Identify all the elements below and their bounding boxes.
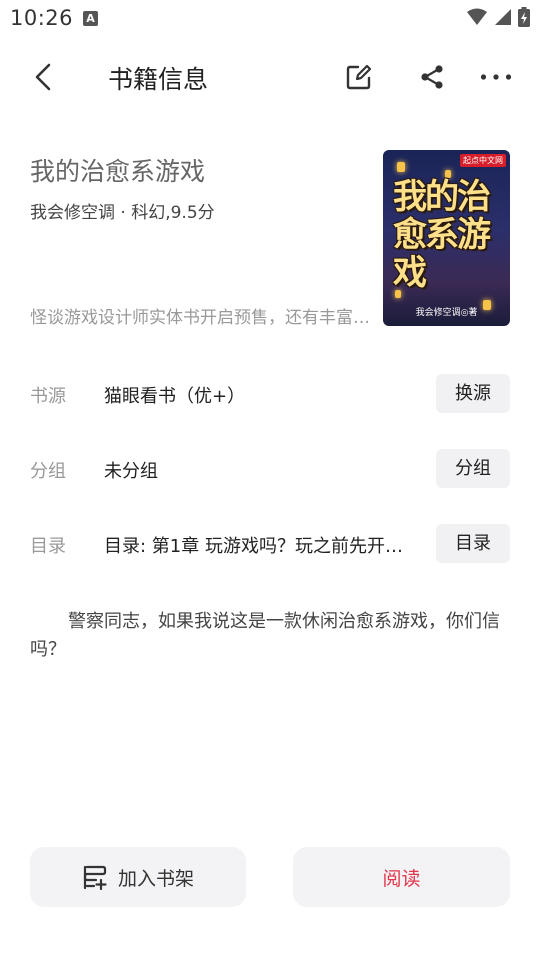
toc-label: 目录 (30, 536, 66, 557)
lantern-decoration (397, 162, 405, 172)
source-value: 猫眼看书（优+） (104, 386, 246, 407)
source-label: 书源 (30, 386, 66, 407)
book-description: 警察同志，如果我说这是一款休闲治愈系游戏，你们信吗？ (30, 611, 500, 660)
add-to-shelf-button[interactable]: 加入书架 (30, 847, 246, 907)
status-icons (466, 7, 530, 27)
status-time: 10:26 (10, 6, 74, 30)
more-button[interactable] (474, 56, 518, 98)
wifi-icon (467, 8, 487, 25)
group-row: 分组 未分组 分组 (0, 449, 540, 489)
cover-author: 我会修空调◎著 (415, 308, 478, 318)
add-to-shelf-label: 加入书架 (117, 867, 194, 890)
group-value: 未分组 (104, 461, 158, 482)
read-button[interactable]: 阅读 (293, 847, 510, 907)
toc-button[interactable]: 目录 (436, 524, 510, 563)
share-icon (421, 65, 443, 89)
group-label: 分组 (30, 461, 66, 482)
edit-button[interactable] (338, 56, 380, 98)
toc-value: 目录: 第1章 玩游戏吗？玩之前先开个玩笑 (104, 536, 414, 557)
read-label: 阅读 (382, 867, 421, 890)
source-row: 书源 猫眼看书（优+） 换源 (0, 374, 540, 414)
title-bar: 书籍信息 (0, 44, 540, 110)
back-button[interactable] (22, 56, 64, 98)
page-title: 书籍信息 (108, 65, 209, 94)
share-button[interactable] (411, 56, 453, 98)
more-icon (480, 74, 512, 80)
cover-brand: 起点中文网 (460, 154, 506, 167)
book-title: 我的治愈系游戏 (30, 157, 206, 186)
edit-icon (346, 64, 372, 90)
book-intro[interactable]: 怪谈游戏设计师实体书开启预售，还有丰富的周边... (30, 303, 370, 328)
change-source-button[interactable]: 换源 (436, 374, 510, 413)
group-button[interactable]: 分组 (436, 449, 510, 488)
status-bar: 10:26 A (0, 0, 540, 36)
toc-row: 目录 目录: 第1章 玩游戏吗？玩之前先开个玩笑 目录 (0, 524, 540, 564)
book-meta: 我会修空调 · 科幻,9.5分 (30, 203, 215, 223)
a-box-icon: A (83, 11, 98, 26)
back-arrow-icon (35, 63, 51, 91)
signal-icon (495, 9, 511, 25)
book-cover[interactable]: 起点中文网 我的治愈系游戏 我会修空调◎著 (383, 150, 510, 326)
cover-title: 我的治愈系游戏 (393, 177, 491, 293)
shelf-add-icon (82, 864, 108, 890)
battery-charging-icon (518, 7, 530, 27)
